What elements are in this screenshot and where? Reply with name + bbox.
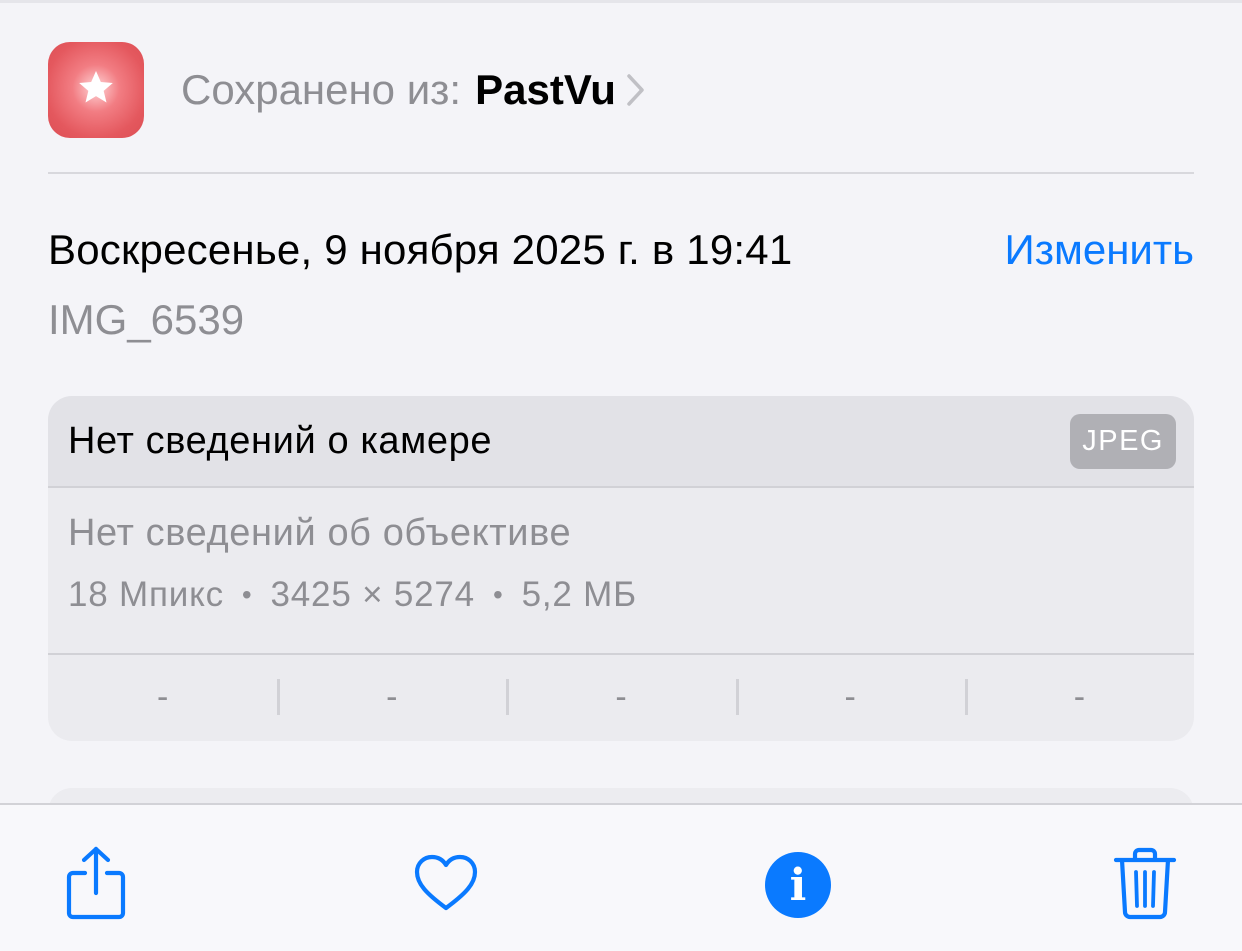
specs-separator: •: [492, 579, 504, 610]
image-specs: 18 Мпикс • 3425 × 5274 • 5,2 МБ: [68, 575, 1174, 615]
megapixels: 18 Мпикс: [68, 575, 224, 614]
file-size: 5,2 МБ: [521, 575, 637, 614]
exposure-param: -: [506, 678, 735, 717]
source-app-name: PastVu: [475, 66, 616, 113]
file-name: IMG_6539: [48, 296, 245, 343]
favorite-button[interactable]: [406, 845, 486, 925]
share-icon: [65, 845, 127, 926]
star-icon: [76, 68, 116, 113]
bottom-toolbar: i: [0, 803, 1242, 951]
edit-date-button[interactable]: Изменить: [1005, 226, 1194, 274]
resolution: 3425 × 5274: [270, 575, 475, 614]
camera-card-header: Нет сведений о камере JPEG: [48, 396, 1194, 488]
photo-info-panel: Сохранено из: PastVu Воскресенье, 9 нояб…: [0, 0, 1242, 951]
exposure-param: -: [277, 678, 506, 717]
exposure-param: -: [965, 678, 1194, 717]
info-icon: i: [765, 852, 831, 918]
lens-info: Нет сведений об объективе: [68, 512, 572, 554]
source-prefix: Сохранено из:: [181, 66, 462, 113]
source-label[interactable]: Сохранено из: PastVu: [181, 66, 646, 114]
chevron-right-icon: [626, 73, 646, 107]
top-divider: [0, 0, 1242, 3]
pastvu-app-icon: [48, 42, 144, 138]
source-row[interactable]: Сохранено из: PastVu: [48, 42, 1194, 138]
exposure-params-row: - - - - -: [48, 655, 1194, 739]
specs-separator: •: [241, 579, 253, 610]
share-button[interactable]: [56, 845, 136, 925]
section-divider: [48, 172, 1194, 174]
exposure-param: -: [736, 678, 965, 717]
heart-icon: [413, 854, 479, 917]
info-button[interactable]: i: [758, 845, 838, 925]
date-row: Воскресенье, 9 ноября 2025 г. в 19:41 Из…: [48, 222, 1194, 278]
format-badge: JPEG: [1070, 413, 1176, 469]
camera-info-card: Нет сведений о камере JPEG Нет сведений …: [48, 396, 1194, 741]
capture-date: Воскресенье, 9 ноября 2025 г. в 19:41: [48, 226, 793, 273]
delete-button[interactable]: [1105, 845, 1185, 925]
exposure-param: -: [156, 677, 169, 716]
camera-card-body: Нет сведений об объективе 18 Мпикс • 342…: [48, 488, 1194, 655]
camera-title: Нет сведений о камере: [68, 419, 493, 462]
trash-icon: [1113, 846, 1177, 925]
